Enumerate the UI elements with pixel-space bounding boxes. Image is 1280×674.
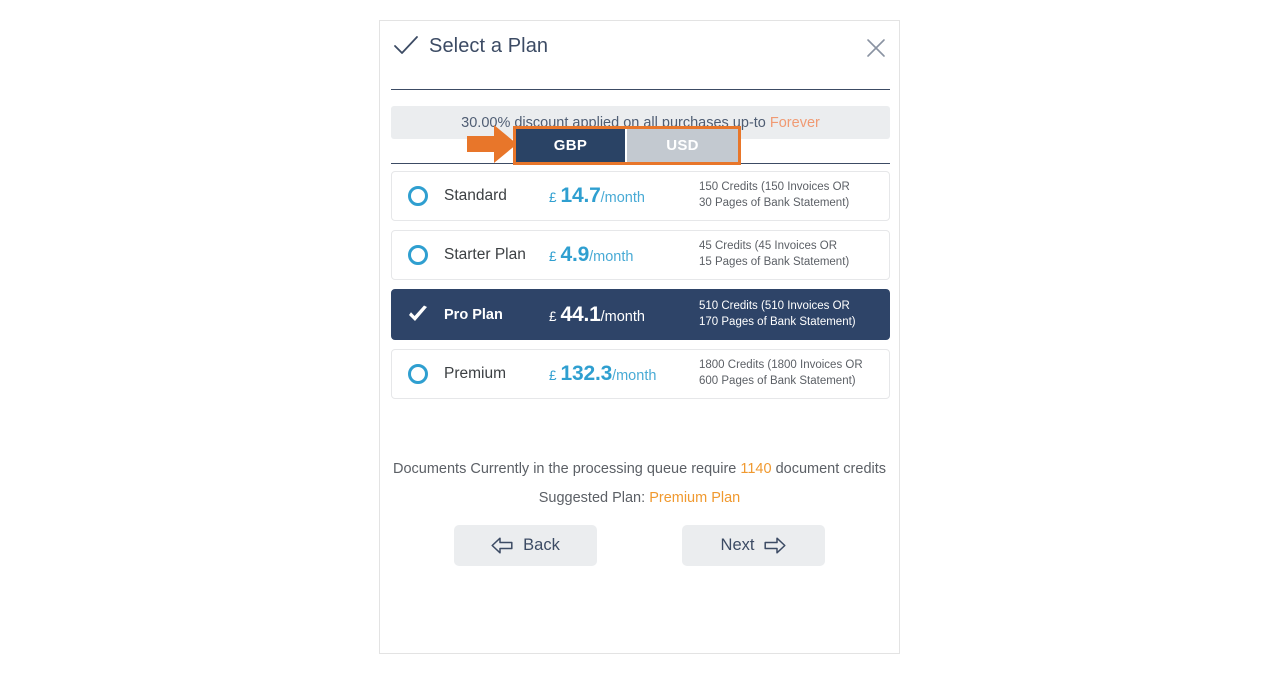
plan-radio-premium[interactable] — [392, 364, 444, 384]
currency-symbol: £ — [549, 190, 557, 205]
queue-requirement-text: Documents Currently in the processing qu… — [380, 461, 899, 477]
plan-description: 45 Credits (45 Invoices OR 15 Pages of B… — [699, 239, 889, 270]
radio-unchecked-icon — [408, 186, 428, 206]
plan-desc-line-1: 45 Credits (45 Invoices OR — [699, 240, 838, 253]
price-period: /month — [600, 190, 645, 206]
right-arrow-annotation-icon — [467, 125, 517, 163]
header-divider — [391, 89, 890, 90]
currency-option-gbp[interactable]: GBP — [516, 129, 627, 162]
app-root: Select a Plan 30.00% discount applied on… — [0, 0, 1280, 674]
right-arrow-icon — [764, 537, 787, 554]
plan-price: £ 44.1 /month — [549, 303, 699, 327]
close-icon[interactable] — [865, 37, 887, 59]
plan-radio-standard[interactable] — [392, 186, 444, 206]
currency-symbol: £ — [549, 249, 557, 264]
plan-radio-starter[interactable] — [392, 245, 444, 265]
plan-list: Standard £ 14.7 /month 150 Credits (150 … — [391, 171, 890, 408]
currency-symbol: £ — [549, 368, 557, 383]
plan-description: 1800 Credits (1800 Invoices OR 600 Pages… — [699, 358, 889, 389]
plan-desc-line-2: 15 Pages of Bank Statement) — [699, 256, 850, 268]
check-filled-icon — [409, 305, 427, 321]
suggested-plan-text: Suggested Plan: Premium Plan — [380, 490, 899, 506]
suggested-label: Suggested Plan: — [538, 490, 646, 506]
plan-desc-line-2: 600 Pages of Bank Statement) — [699, 375, 856, 387]
queue-prefix: Documents Currently in the processing qu… — [392, 461, 737, 477]
plan-desc-line-1: 1800 Credits (1800 Invoices OR — [699, 359, 863, 372]
price-amount: 44.1 — [560, 302, 601, 326]
plan-description: 150 Credits (150 Invoices OR 30 Pages of… — [699, 180, 889, 211]
queue-credit-count: 1140 — [740, 461, 772, 477]
next-button[interactable]: Next — [682, 525, 825, 566]
queue-suffix: document credits — [775, 461, 887, 477]
left-arrow-icon — [491, 537, 513, 554]
plan-row-starter[interactable]: Starter Plan £ 4.9 /month 45 Credits (45… — [391, 230, 890, 280]
discount-duration: Forever — [769, 114, 820, 131]
plan-name: Premium — [444, 365, 507, 382]
plan-row-standard[interactable]: Standard £ 14.7 /month 150 Credits (150 … — [391, 171, 890, 221]
page-title: Select a Plan — [429, 34, 549, 57]
plan-price: £ 132.3 /month — [549, 362, 699, 386]
radio-unchecked-icon — [408, 245, 428, 265]
back-label: Back — [523, 536, 560, 554]
plan-radio-pro[interactable] — [392, 305, 444, 325]
plan-desc-line-1: 510 Credits (510 Invoices OR — [699, 299, 850, 312]
price-amount: 14.7 — [560, 184, 601, 207]
plan-desc-line-2: 30 Pages of Bank Statement) — [699, 197, 850, 209]
back-button[interactable]: Back — [454, 525, 597, 566]
plan-name: Pro Plan — [444, 306, 503, 323]
currency-toggle: GBP USD — [513, 126, 741, 165]
select-plan-panel: Select a Plan 30.00% discount applied on… — [379, 20, 900, 654]
panel-header: Select a Plan — [380, 21, 899, 71]
plan-name: Standard — [444, 187, 507, 204]
plan-price: £ 14.7 /month — [549, 184, 699, 208]
currency-symbol: £ — [549, 308, 557, 324]
price-amount: 132.3 — [560, 362, 613, 385]
check-icon — [394, 36, 418, 54]
plan-desc-line-1: 150 Credits (150 Invoices OR — [699, 181, 850, 194]
plan-price: £ 4.9 /month — [549, 243, 699, 267]
plan-description: 510 Credits (510 Invoices OR 170 Pages o… — [699, 299, 889, 330]
radio-unchecked-icon — [408, 364, 428, 384]
next-label: Next — [720, 536, 755, 554]
plan-name: Starter Plan — [444, 246, 526, 263]
price-period: /month — [600, 308, 645, 325]
plan-row-premium[interactable]: Premium £ 132.3 /month 1800 Credits (180… — [391, 349, 890, 399]
price-period: /month — [612, 368, 657, 384]
price-amount: 4.9 — [560, 243, 590, 266]
suggested-plan-value: Premium Plan — [649, 490, 741, 506]
currency-option-usd[interactable]: USD — [627, 129, 738, 162]
wizard-nav: Back Next — [380, 525, 899, 566]
plan-desc-line-2: 170 Pages of Bank Statement) — [699, 315, 856, 328]
plan-row-pro[interactable]: Pro Plan £ 44.1 /month 510 Credits (510 … — [391, 289, 890, 340]
price-period: /month — [589, 249, 634, 265]
